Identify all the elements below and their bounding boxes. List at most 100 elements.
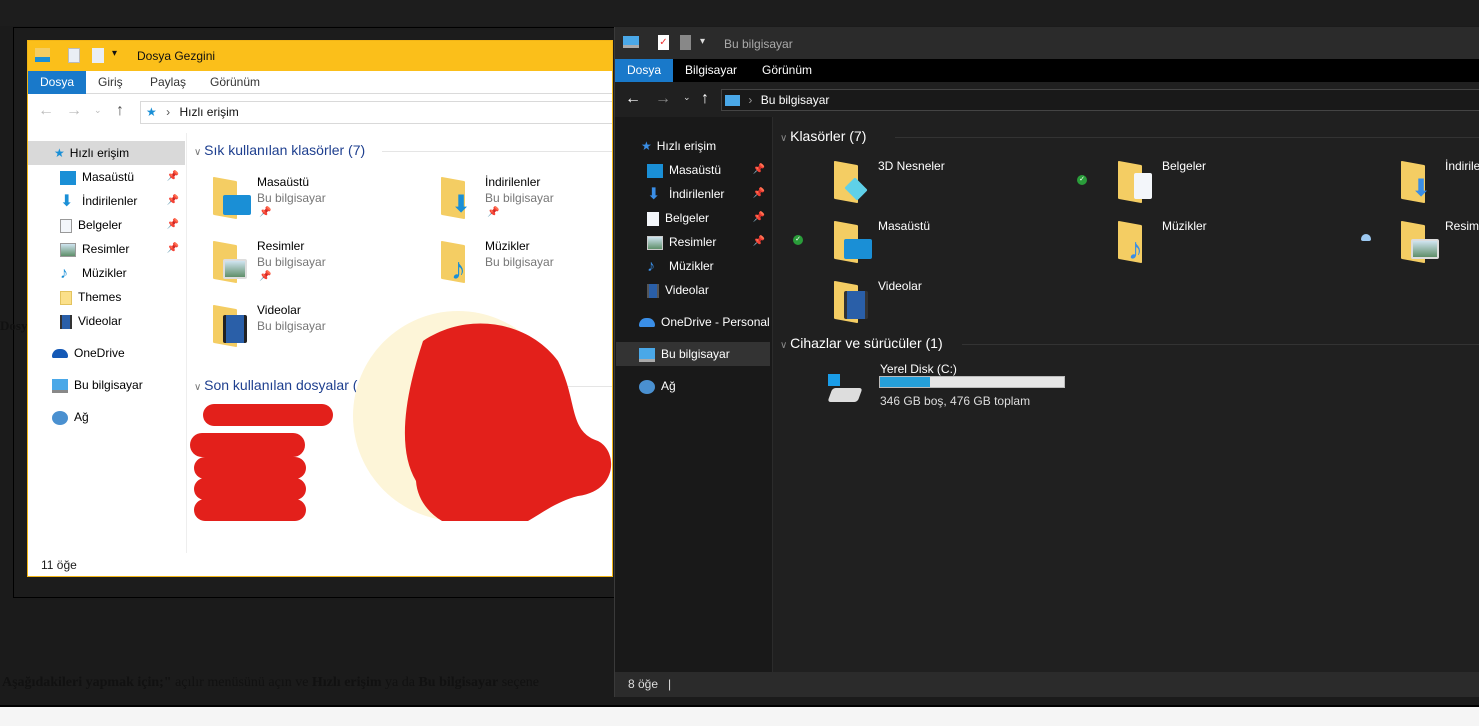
sidebar-item-videolar[interactable]: Videolar bbox=[60, 309, 185, 333]
forward-button[interactable]: → bbox=[66, 102, 82, 120]
sidebar-item-label: OneDrive bbox=[74, 346, 125, 360]
address-bar[interactable]: › Bu bilgisayar bbox=[721, 89, 1479, 111]
tab-dosya[interactable]: Dosya bbox=[615, 59, 674, 82]
folder-tile-indirilenler[interactable]: ⬇ İndirilenler bbox=[1401, 159, 1479, 219]
sidebar-item-indirilenler[interactable]: ⬇ İndirilenler 📌 bbox=[60, 189, 185, 213]
sidebar-item-label: Masaüstü bbox=[669, 163, 722, 177]
tile-name: Resimler bbox=[257, 239, 305, 253]
folder-tile-muzikler[interactable]: ♪ Müzikler bbox=[1118, 219, 1338, 279]
sidebar-item-muzikler[interactable]: ♪ Müzikler bbox=[647, 254, 714, 278]
back-button[interactable]: ← bbox=[625, 90, 641, 108]
sidebar-item-resimler[interactable]: Resimler 📌 bbox=[647, 230, 771, 254]
sidebar-item-onedrive[interactable]: OneDrive bbox=[52, 341, 125, 365]
properties-icon[interactable]: ✓ bbox=[658, 35, 669, 50]
sidebar-item-ag[interactable]: Ağ bbox=[639, 374, 676, 398]
light-file-explorer-window: ▾ Dosya Gezgini Dosya Giriş Paylaş Görün… bbox=[27, 40, 613, 577]
folder-tile-resimler[interactable]: Resimler bbox=[1401, 219, 1479, 279]
folder-tile-videolar[interactable]: Videolar bbox=[834, 279, 1054, 339]
downloads-icon: ⬇ bbox=[647, 185, 661, 203]
sidebar-item-hizli-erisim[interactable]: ★ Hızlı erişim bbox=[641, 134, 716, 158]
customize-toolbar-chevron-icon[interactable]: ▾ bbox=[112, 48, 117, 59]
folder-tile-3d-nesneler[interactable]: 3D Nesneler bbox=[834, 159, 1054, 219]
quick-access-star-icon: ★ bbox=[146, 105, 157, 119]
sidebar-item-resimler[interactable]: Resimler 📌 bbox=[60, 237, 185, 261]
breadcrumb: Bu bilgisayar bbox=[760, 93, 830, 107]
pin-icon: 📌 bbox=[166, 195, 179, 206]
sidebar-item-ag[interactable]: Ağ bbox=[52, 405, 89, 429]
this-pc-icon bbox=[623, 36, 639, 48]
new-folder-icon[interactable] bbox=[92, 48, 104, 63]
tab-giris[interactable]: Giriş bbox=[86, 71, 135, 94]
ribbon-tabs: Dosya Giriş Paylaş Görünüm bbox=[28, 71, 612, 94]
sidebar-item-masaustu[interactable]: Masaüstü 📌 bbox=[60, 165, 185, 189]
chevron-down-icon: ∨ bbox=[194, 147, 205, 158]
tab-gorunum[interactable]: Görünüm bbox=[750, 59, 824, 82]
status-bar: 11 öğe bbox=[28, 553, 612, 576]
forward-button[interactable]: → bbox=[655, 90, 671, 108]
downloads-icon: ⬇ bbox=[60, 192, 74, 210]
tab-paylas[interactable]: Paylaş bbox=[138, 71, 198, 94]
sidebar-item-onedrive[interactable]: OneDrive - Personal bbox=[639, 310, 770, 334]
sidebar-item-indirilenler[interactable]: ⬇ İndirilenler 📌 bbox=[647, 182, 771, 206]
customize-toolbar-chevron-icon[interactable]: ▾ bbox=[700, 36, 705, 47]
tile-location: Bu bilgisayar bbox=[485, 255, 554, 269]
desktop-icon bbox=[844, 239, 872, 259]
sidebar-item-bu-bilgisayar[interactable]: Bu bilgisayar bbox=[616, 342, 770, 366]
tile-location: Bu bilgisayar bbox=[257, 255, 326, 269]
chevron-down-icon: ∨ bbox=[780, 340, 791, 351]
recent-locations-chevron[interactable]: ⌄ bbox=[683, 92, 691, 103]
this-pc-icon bbox=[52, 378, 68, 393]
tile-name: Müzikler bbox=[485, 239, 530, 253]
tab-bilgisayar[interactable]: Bilgisayar bbox=[673, 59, 749, 82]
devices-header[interactable]: ∨ Cihazlar ve sürücüler (1) bbox=[780, 335, 1479, 351]
tab-dosya[interactable]: Dosya bbox=[28, 71, 87, 94]
address-bar[interactable]: ★ › Hızlı erişim bbox=[140, 101, 612, 124]
sidebar-item-themes[interactable]: Themes bbox=[60, 285, 185, 309]
pin-icon: 📌 bbox=[166, 243, 179, 254]
bold-text: Hızlı erişim bbox=[311, 675, 382, 690]
network-icon bbox=[639, 379, 655, 394]
documents-icon bbox=[60, 218, 72, 233]
up-button[interactable]: ↑ bbox=[116, 102, 124, 120]
drive-tile-c[interactable]: Yerel Disk (C:) 346 GB boş, 476 GB topla… bbox=[827, 362, 1128, 412]
folder-tile-masaustu[interactable]: Masaüstü Bu bilgisayar 📌 bbox=[213, 175, 433, 235]
pin-icon: 📌 bbox=[752, 164, 765, 175]
downloads-icon: ⬇ bbox=[1411, 175, 1432, 202]
sidebar-item-muzikler[interactable]: ♪ Müzikler bbox=[60, 261, 185, 285]
breadcrumb: Hızlı erişim bbox=[179, 105, 239, 119]
properties-icon[interactable] bbox=[68, 48, 80, 63]
folders-header[interactable]: ∨ Klasörler (7) bbox=[780, 128, 1479, 144]
dark-file-explorer-window: ✓ ▾ Bu bilgisayar Dosya Bilgisayar Görün… bbox=[614, 27, 1479, 697]
recent-locations-chevron[interactable]: ⌄ bbox=[94, 105, 102, 116]
sidebar-item-videolar[interactable]: Videolar bbox=[647, 278, 709, 302]
chevron-down-icon: ∨ bbox=[780, 133, 791, 144]
cloud-status-icon bbox=[1361, 234, 1371, 241]
sidebar-item-bu-bilgisayar[interactable]: Bu bilgisayar bbox=[52, 373, 143, 397]
sidebar-item-label: Resimler bbox=[82, 242, 130, 256]
new-folder-icon[interactable] bbox=[680, 35, 691, 50]
sidebar-item-hizli-erisim[interactable]: ★ Hızlı erişim bbox=[28, 141, 185, 165]
window-title: Dosya Gezgini bbox=[137, 49, 216, 63]
drive-name: Yerel Disk (C:) bbox=[880, 362, 957, 376]
pictures-icon bbox=[223, 259, 247, 279]
sidebar-item-label: İndirilenler bbox=[82, 194, 138, 208]
group-title: Sık kullanılan klasörler (7) bbox=[204, 142, 366, 158]
sidebar-item-label: Hızlı erişim bbox=[69, 146, 130, 160]
music-icon: ♪ bbox=[1128, 233, 1143, 266]
sidebar-item-belgeler[interactable]: Belgeler 📌 bbox=[60, 213, 185, 237]
text: seçene bbox=[498, 675, 540, 690]
page-text-fragment: Dosy bbox=[0, 318, 28, 333]
sidebar-item-label: Masaüstü bbox=[82, 170, 135, 184]
folder-tile-masaustu[interactable]: Masaüstü bbox=[834, 219, 1054, 279]
sidebar-item-masaustu[interactable]: Masaüstü 📌 bbox=[647, 158, 771, 182]
folder-tile-indirilenler[interactable]: ⬇ İndirilenler Bu bilgisayar 📌 bbox=[441, 175, 612, 235]
item-count: 8 öğe bbox=[628, 677, 659, 691]
folder-tile-belgeler[interactable]: Belgeler bbox=[1118, 159, 1338, 219]
back-button[interactable]: ← bbox=[38, 102, 54, 120]
sidebar-item-belgeler[interactable]: Belgeler 📌 bbox=[647, 206, 771, 230]
desktop-icon bbox=[647, 163, 663, 178]
tab-gorunum[interactable]: Görünüm bbox=[198, 71, 272, 94]
up-button[interactable]: ↑ bbox=[701, 90, 709, 108]
frequent-folders-header[interactable]: ∨ Sık kullanılan klasörler (7) bbox=[194, 142, 612, 158]
sidebar-item-label: Resimler bbox=[669, 235, 717, 249]
